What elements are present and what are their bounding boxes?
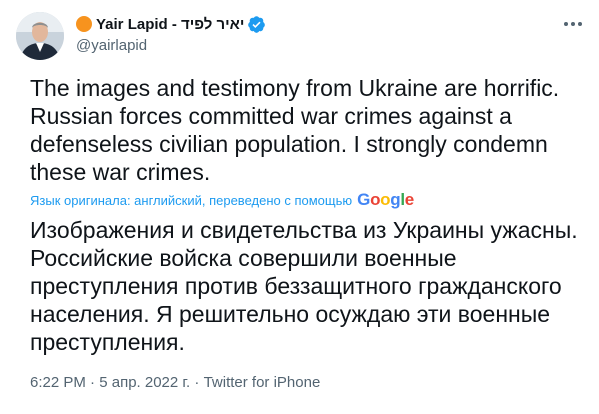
meta-separator: · [194,374,204,391]
translation-attribution: Язык оригинала: английский, переведено с… [30,190,414,210]
avatar[interactable] [16,12,64,60]
more-options-icon[interactable] [561,14,585,34]
google-logo: Google [357,190,414,209]
author-display-name[interactable]: Yair Lapid - יאיר לפיד [96,16,244,33]
author-handle[interactable]: @yairlapid [76,37,549,54]
tweet-time-link[interactable]: 6:22 PM · 5 апр. 2022 г. [30,374,190,391]
tweet-text: The images and testimony from Ukraine ar… [30,75,560,185]
translation-note-link[interactable]: Язык оригинала: английский, переведено с… [30,193,352,208]
name-row: Yair Lapid - יאיר לפיד [76,14,549,34]
tweet-time: 6:22 PM [30,374,86,391]
organization-badge-icon [76,16,92,32]
tweet: Yair Lapid - יאיר לפיד @yairlapid The im… [0,0,599,414]
tweet-header: Yair Lapid - יאיר לפיד @yairlapid [76,14,549,54]
avatar-photo [16,12,64,60]
verified-badge-icon [248,15,266,33]
tweet-source-link[interactable]: Twitter for iPhone [204,374,321,391]
tweet-metadata: 6:22 PM · 5 апр. 2022 г. · Twitter for i… [30,374,320,391]
translated-tweet-text: Изображения и свидетельства из Украины у… [30,217,578,355]
tweet-date: 5 апр. 2022 г. [99,374,191,391]
